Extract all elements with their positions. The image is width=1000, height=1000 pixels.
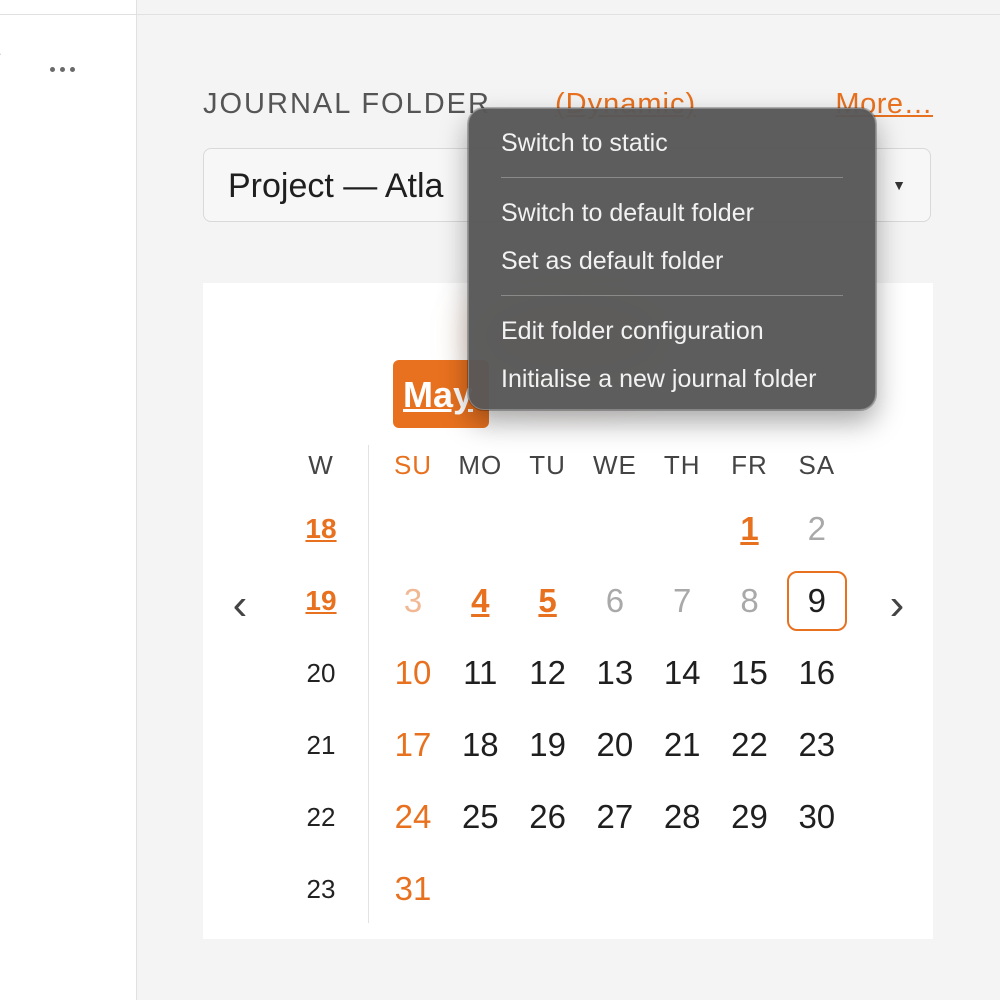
calendar-day[interactable]: 10 [381, 641, 445, 705]
calendar-day[interactable]: 6 [583, 569, 647, 633]
calendar-day[interactable]: 11 [448, 641, 512, 705]
week-number: 20 [306, 657, 336, 688]
calendar-day[interactable]: 17 [381, 713, 445, 777]
calendar-day[interactable]: 7 [650, 569, 714, 633]
week-column-divider [368, 445, 369, 923]
calendar-day[interactable]: 12 [516, 641, 580, 705]
month-label: May [403, 374, 474, 415]
calendar-day[interactable]: 29 [718, 785, 782, 849]
folder-select-value: Project — Atla [228, 167, 444, 205]
menu-item-switch-to-static[interactable]: Switch to static [501, 125, 859, 161]
menu-item-edit-folder-configuration[interactable]: Edit folder configuration [501, 313, 859, 349]
weekday-header-we: WE [592, 449, 637, 480]
left-pane: › [0, 0, 137, 1000]
week-number: 23 [306, 873, 336, 904]
weekday-header-su: SU [393, 449, 433, 480]
calendar-day[interactable]: 1 [718, 497, 782, 561]
calendar-day[interactable]: 31 [381, 857, 445, 921]
calendar-day[interactable]: 19 [516, 713, 580, 777]
calendar-day[interactable]: 21 [650, 713, 714, 777]
menu-item-set-as-default-folder[interactable]: Set as default folder [501, 243, 859, 279]
weekday-header-sa: SA [798, 449, 836, 480]
menu-separator [501, 177, 843, 178]
week-number-header: W [308, 449, 334, 480]
calendar-day[interactable]: 18 [448, 713, 512, 777]
calendar-day-today[interactable]: 9 [786, 571, 847, 631]
dropdown-arrow-icon: ▼ [892, 177, 906, 193]
folder-options-menu: Switch to static Switch to default folde… [468, 108, 876, 410]
calendar-day[interactable]: 30 [785, 785, 849, 849]
menu-item-initialise-journal-folder[interactable]: Initialise a new journal folder [501, 361, 859, 397]
calendar-day[interactable]: 5 [516, 569, 580, 633]
collapse-chevron-icon[interactable]: › [0, 40, 1, 66]
calendar-day[interactable]: 23 [785, 713, 849, 777]
week-number: 22 [306, 801, 336, 832]
calendar-day[interactable]: 27 [583, 785, 647, 849]
calendar-day[interactable]: 4 [448, 569, 512, 633]
calendar-day[interactable]: 16 [785, 641, 849, 705]
prev-month-chevron-icon[interactable]: ‹ [220, 575, 260, 635]
dot-icon [69, 66, 75, 72]
dot-icon [59, 66, 65, 72]
calendar-day[interactable]: 2 [785, 497, 849, 561]
header-rule [137, 0, 1000, 15]
weekday-header-mo: MO [458, 449, 503, 480]
menu-separator [501, 295, 843, 296]
calendar-day[interactable]: 25 [448, 785, 512, 849]
weekday-header-th: TH [663, 449, 701, 480]
next-month-chevron-icon[interactable]: › [877, 575, 917, 635]
calendar-day[interactable]: 14 [650, 641, 714, 705]
week-number: 21 [306, 729, 336, 760]
calendar-day[interactable]: 13 [583, 641, 647, 705]
weekday-header-fr: FR [731, 449, 768, 480]
calendar-day[interactable]: 15 [718, 641, 782, 705]
calendar-day[interactable]: 24 [381, 785, 445, 849]
more-options-button[interactable] [40, 54, 84, 84]
calendar-day[interactable]: 28 [650, 785, 714, 849]
left-pane-top-rule [0, 0, 136, 15]
dot-icon [49, 66, 55, 72]
calendar-day[interactable]: 22 [718, 713, 782, 777]
calendar-day[interactable]: 3 [381, 569, 445, 633]
week-number[interactable]: 18 [289, 497, 353, 561]
weekday-header-tu: TU [529, 449, 566, 480]
calendar-day[interactable]: 26 [516, 785, 580, 849]
calendar-day[interactable]: 8 [718, 569, 782, 633]
menu-item-switch-to-default-folder[interactable]: Switch to default folder [501, 195, 859, 231]
journal-folder-label: JOURNAL FOLDER [203, 88, 491, 120]
week-number[interactable]: 19 [289, 569, 353, 633]
calendar-day[interactable]: 20 [583, 713, 647, 777]
